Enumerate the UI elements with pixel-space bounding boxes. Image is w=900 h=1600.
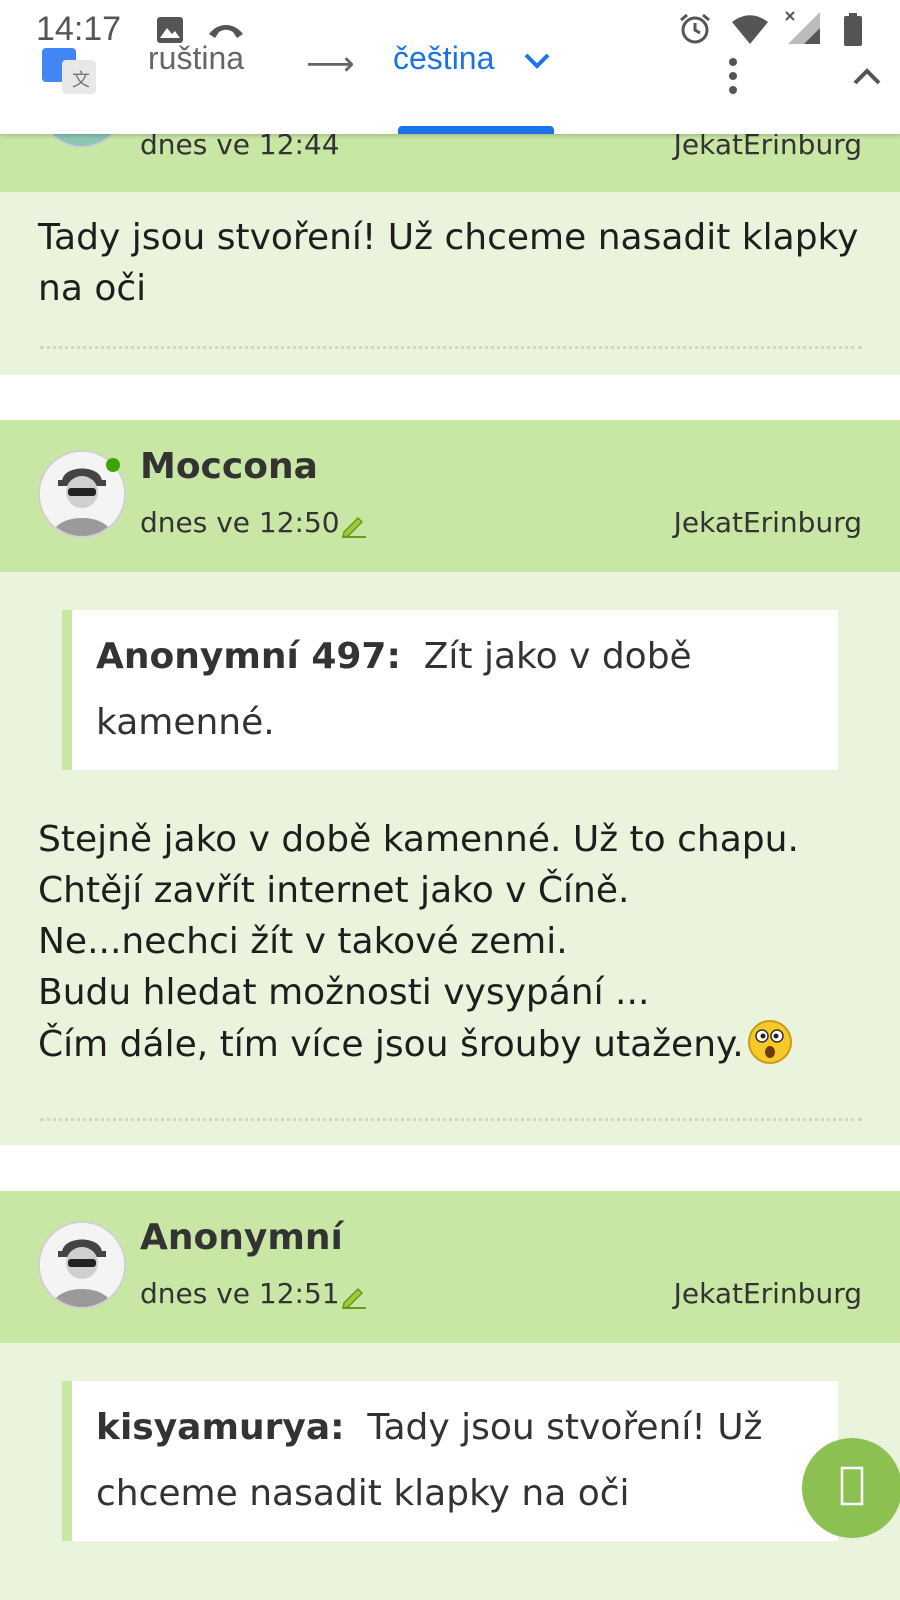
target-language-indicator (398, 126, 554, 134)
collapse-chevron-up-icon[interactable] (852, 66, 882, 86)
missed-call-icon (209, 25, 243, 38)
quote-block: kisyamurya: Tady jsou stvoření! Už chcem… (62, 1381, 838, 1541)
post-body: kisyamurya: Tady jsou stvoření! Už chcem… (0, 1343, 900, 1600)
post-author[interactable]: Moccona (140, 446, 318, 487)
status-time: 14:17 (36, 10, 122, 48)
translate-top-bar: 14:17 文 ruština ⟶ čeština (0, 0, 900, 134)
post-text-line: Ne...nechci žít v takové zemi. (38, 921, 568, 962)
source-language[interactable]: ruština (148, 40, 244, 77)
battery-icon (844, 13, 862, 46)
online-status-dot (106, 458, 120, 472)
quote-block: Anonymní 497: Zít jako v době kamenné. (62, 610, 838, 770)
more-options-icon[interactable] (726, 56, 740, 96)
post-author[interactable]: Anonymní (140, 1217, 343, 1258)
signal-icon (785, 11, 820, 44)
post-date: dnes ve 12:50 (140, 506, 340, 539)
post-city[interactable]: JekatErinburg (674, 1277, 862, 1310)
post-header: Moccona dnes ve 12:50 JekatErinburg (0, 420, 900, 572)
post-city[interactable]: JekatErinburg (674, 506, 862, 539)
target-language[interactable]: čeština (393, 40, 494, 77)
placeholder-glyph-icon (840, 1466, 864, 1506)
edit-pencil-icon[interactable] (340, 510, 368, 538)
post-text: Tady jsou stvoření! Už chceme nasadit kl… (38, 217, 859, 309)
chevron-down-icon[interactable] (524, 52, 550, 70)
avatar[interactable] (38, 1221, 126, 1309)
post-text-line: Budu hledat možnosti vysypání ... (38, 972, 650, 1013)
quote-author[interactable]: Anonymní 497: (96, 636, 401, 677)
post-divider (40, 1118, 862, 1121)
post-body: Anonymní 497: Zít jako v době kamenné. S… (0, 572, 900, 1145)
google-translate-logo-icon: 文 (42, 48, 96, 94)
surprised-smiley-icon (747, 1020, 792, 1064)
post-divider (40, 346, 862, 349)
post-text: Stejně jako v době kamenné. Už to chapu.… (38, 814, 868, 1070)
post-body: Tady jsou stvoření! Už chceme nasadit kl… (0, 192, 900, 375)
swap-arrow-icon[interactable]: ⟶ (306, 44, 355, 84)
post-header: Anonymní dnes ve 12:51 JekatErinburg (0, 1191, 900, 1343)
post-text-line: Čím dále, tím více jsou šrouby utaženy. (38, 1024, 744, 1065)
post-date: dnes ve 12:51 (140, 1277, 340, 1310)
edit-pencil-icon[interactable] (340, 1281, 368, 1309)
floating-action-button[interactable] (802, 1438, 900, 1538)
quote-author[interactable]: kisyamurya: (96, 1407, 345, 1448)
alarm-icon (680, 13, 710, 44)
post-text-line: Chtějí zavřít internet jako v Číně. (38, 870, 630, 911)
svg-text:文: 文 (72, 70, 90, 91)
wifi-icon (732, 15, 768, 44)
post-text-line: Stejně jako v době kamenné. Už to chapu. (38, 819, 799, 860)
default-avatar-icon (40, 1223, 124, 1307)
